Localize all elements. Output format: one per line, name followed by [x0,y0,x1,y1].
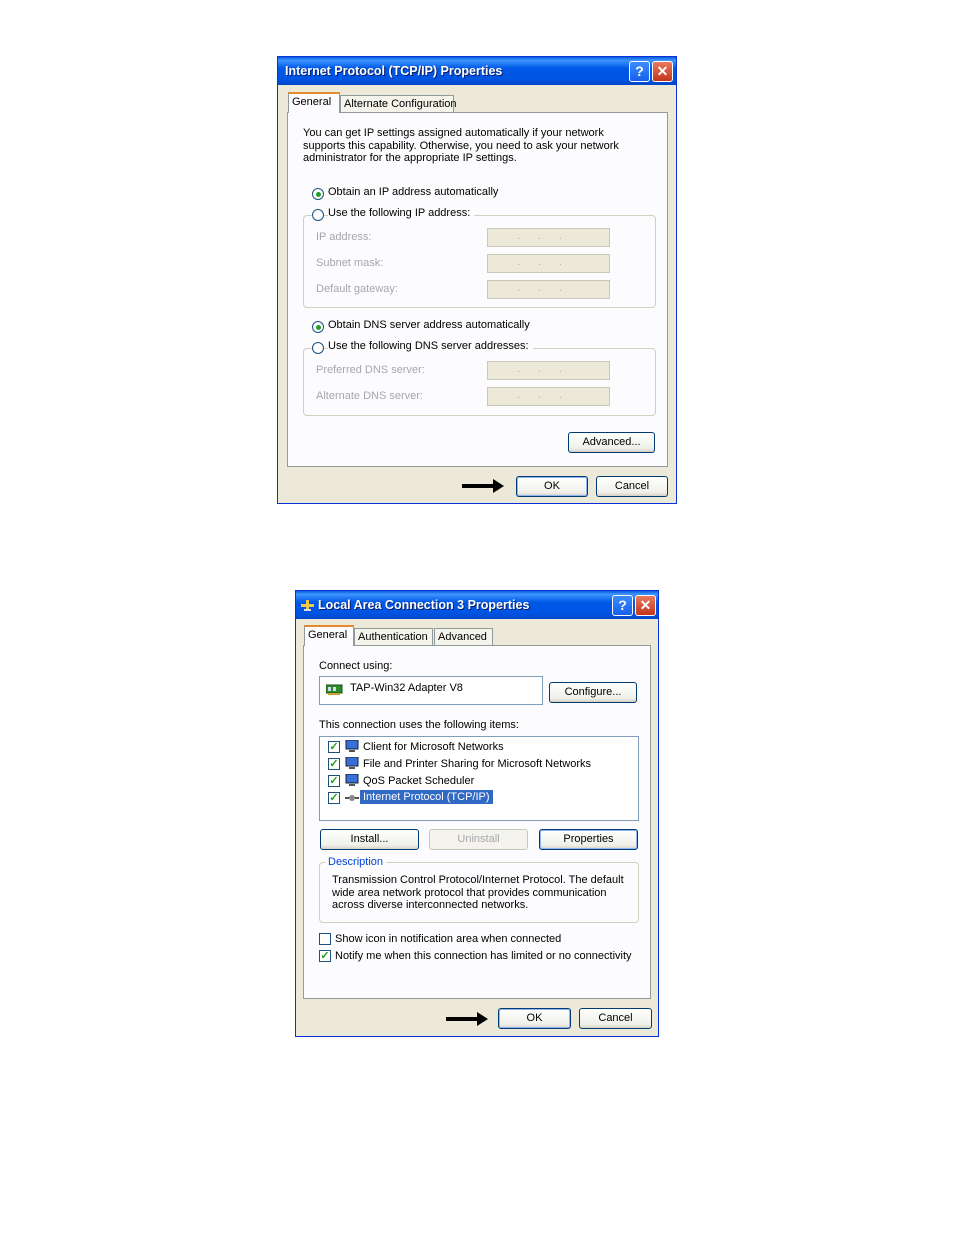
subnet-mask-label: Subnet mask: [316,257,384,269]
default-gateway-field[interactable]: ... [487,280,610,299]
notify-label[interactable]: Notify me when this connection has limit… [335,950,632,962]
adapter-name: TAP-Win32 Adapter V8 [350,682,463,694]
dns-manual-label[interactable]: Use the following DNS server addresses: [328,340,533,352]
radio-dot-icon [316,192,321,197]
item-checkbox-file-sharing[interactable]: ✓ [328,758,340,770]
ok-button[interactable]: OK [516,476,588,497]
help-button[interactable]: ? [612,595,633,616]
network-adapter-icon [326,684,343,695]
item-label-tcpip[interactable]: Internet Protocol (TCP/IP) [360,790,493,804]
uninstall-button[interactable]: Uninstall [429,829,528,850]
ok-button[interactable]: OK [498,1008,571,1029]
tcpip-dialog: Internet Protocol (TCP/IP) Properties ? … [277,56,677,504]
item-checkbox-tcpip[interactable]: ✓ [328,792,340,804]
components-list[interactable]: ✓ Client for Microsoft Networks ✓ File a… [319,736,639,821]
dns-auto-radio[interactable] [312,321,324,333]
tcpip-general-panel: You can get IP settings assigned automat… [287,112,668,467]
close-button[interactable]: ✕ [652,61,673,82]
tab-authentication[interactable]: Authentication [354,628,433,646]
cancel-button[interactable]: Cancel [596,476,668,497]
adapter-box: TAP-Win32 Adapter V8 [319,676,543,705]
ip-auto-label[interactable]: Obtain an IP address automatically [328,186,498,198]
help-button[interactable]: ? [629,61,650,82]
item-label-qos[interactable]: QoS Packet Scheduler [363,775,474,787]
item-label-client[interactable]: Client for Microsoft Networks [363,741,504,753]
tcpip-titlebar[interactable]: Internet Protocol (TCP/IP) Properties ? … [278,57,676,85]
cancel-button[interactable]: Cancel [579,1008,652,1029]
arrow-icon [462,479,504,493]
ip-manual-label[interactable]: Use the following IP address: [328,207,475,219]
advanced-button[interactable]: Advanced... [568,432,655,453]
notify-checkbox[interactable]: ✓ [319,950,331,962]
show-icon-label[interactable]: Show icon in notification area when conn… [335,933,561,945]
tab-advanced[interactable]: Advanced [434,628,493,646]
configure-button[interactable]: Configure... [549,682,637,703]
arrow-icon [446,1012,488,1026]
description-title: Description [325,856,387,868]
item-label-file-sharing[interactable]: File and Printer Sharing for Microsoft N… [363,758,591,770]
show-icon-checkbox[interactable] [319,933,331,945]
computer-icon [345,774,359,786]
tcpip-title: Internet Protocol (TCP/IP) Properties [285,64,503,78]
computer-icon [345,757,359,769]
lan-titlebar[interactable]: Local Area Connection 3 Properties ? ✕ [296,591,658,619]
ip-address-label: IP address: [316,231,372,243]
network-connection-icon [301,600,314,611]
dns-manual-radio[interactable] [312,342,324,354]
tab-alternate-configuration[interactable]: Alternate Configuration [340,95,457,113]
subnet-mask-field[interactable]: ... [487,254,610,273]
alternate-dns-field[interactable]: ... [487,387,610,406]
default-gateway-label: Default gateway: [316,283,398,295]
item-checkbox-client[interactable]: ✓ [328,741,340,753]
preferred-dns-field[interactable]: ... [487,361,610,380]
lan-title: Local Area Connection 3 Properties [318,598,530,612]
lan-general-panel: Connect using: TAP-Win32 Adapter V8 Conf… [303,645,651,999]
ip-address-field[interactable]: ... [487,228,610,247]
protocol-icon [345,795,359,801]
alternate-dns-label: Alternate DNS server: [316,390,423,402]
close-button[interactable]: ✕ [635,595,656,616]
dns-auto-label[interactable]: Obtain DNS server address automatically [328,319,530,331]
ip-manual-radio[interactable] [312,209,324,221]
radio-dot-icon [316,325,321,330]
tab-general[interactable]: General [288,92,340,113]
connect-using-label: Connect using: [319,660,393,672]
description-text: Transmission Control Protocol/Internet P… [332,874,624,911]
tab-general[interactable]: General [304,625,354,646]
ip-auto-radio[interactable] [312,188,324,200]
computer-icon [345,740,359,752]
intro-text: You can get IP settings assigned automat… [303,127,619,164]
preferred-dns-label: Preferred DNS server: [316,364,425,376]
items-label: This connection uses the following items… [319,719,519,731]
item-checkbox-qos[interactable]: ✓ [328,775,340,787]
lan-dialog: Local Area Connection 3 Properties ? ✕ G… [295,590,659,1037]
properties-button[interactable]: Properties [539,829,638,850]
install-button[interactable]: Install... [320,829,419,850]
